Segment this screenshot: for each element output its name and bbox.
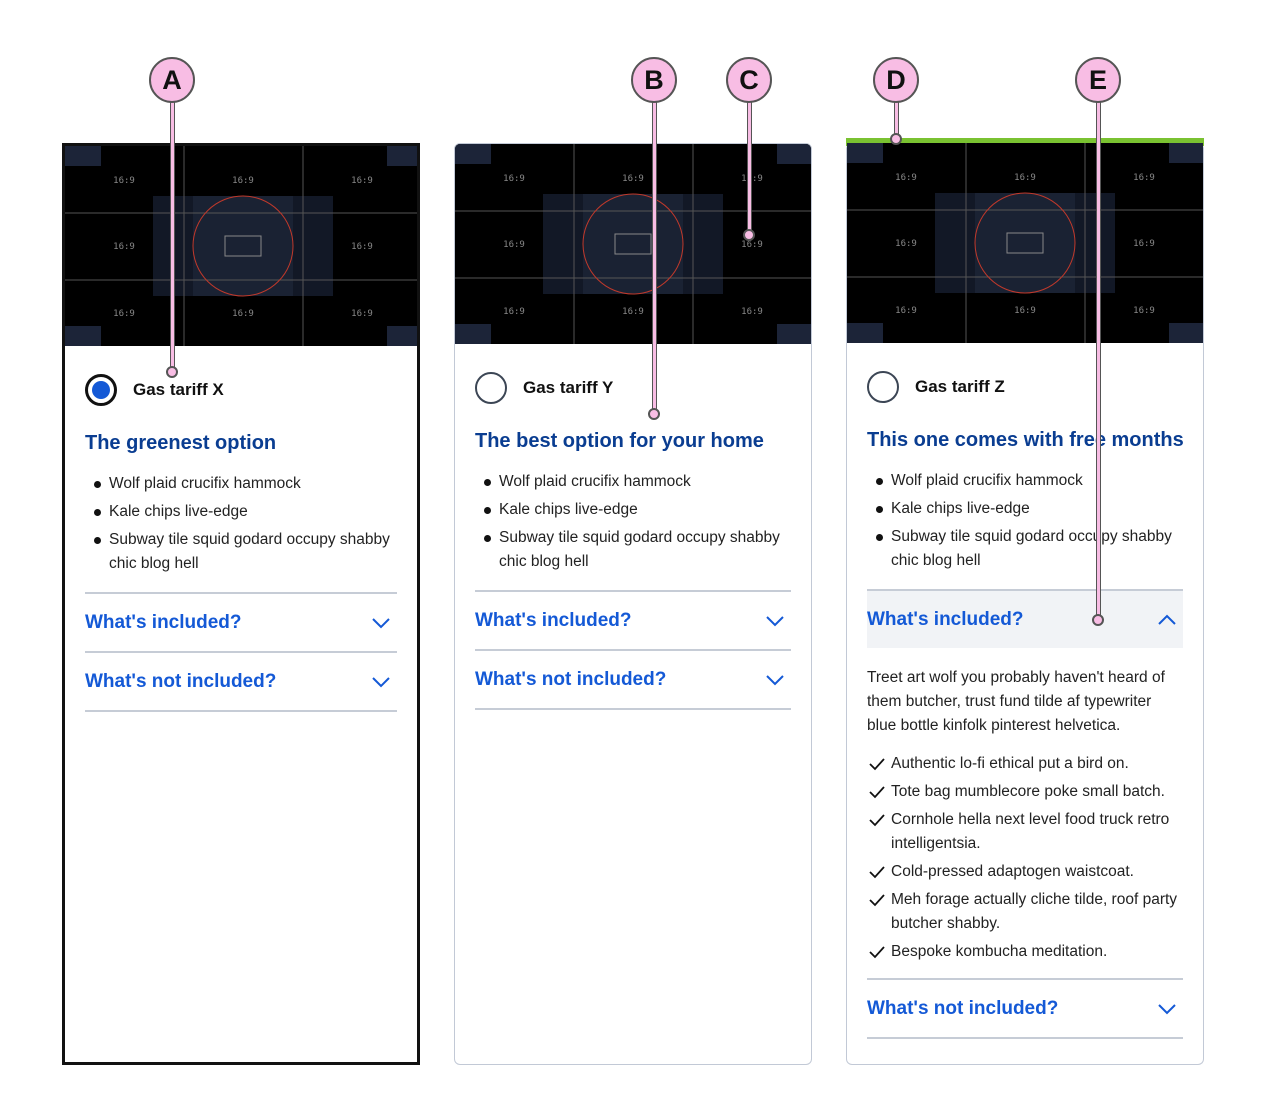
svg-text:16:9: 16:9 [113, 309, 135, 319]
check-icon [869, 814, 885, 827]
radio-option-x[interactable]: Gas tariff X [85, 372, 397, 408]
svg-text:16:9: 16:9 [895, 239, 917, 249]
svg-text:16:9: 16:9 [503, 174, 525, 184]
svg-text:16:9: 16:9 [1133, 173, 1155, 183]
svg-text:16:9: 16:9 [351, 242, 373, 252]
radio-label: Gas tariff Z [915, 377, 1005, 396]
accordion-whats-included[interactable]: What's included? [85, 592, 397, 651]
accordion-whats-not-included[interactable]: What's not included? [85, 651, 397, 712]
svg-text:16:9: 16:9 [741, 307, 763, 317]
placeholder-grid: 16:9 16:9 16:9 16:9 16:9 16:9 16:9 16:9 [455, 144, 811, 344]
media-placeholder: 16:9 16:9 16:9 16:9 16:9 16:9 16:9 16:9 [847, 143, 1203, 343]
svg-text:16:9: 16:9 [1133, 306, 1155, 316]
feature-list: Wolf plaid crucifix hammock Kale chips l… [85, 472, 397, 576]
list-item: Wolf plaid crucifix hammock [876, 469, 1183, 493]
svg-text:16:9: 16:9 [1014, 306, 1036, 316]
svg-text:16:9: 16:9 [1014, 173, 1036, 183]
list-item: Kale chips live-edge [876, 497, 1183, 521]
accordion-panel: Treet art wolf you probably haven't hear… [867, 648, 1183, 978]
radio-button[interactable] [867, 371, 899, 403]
card-heading: This one comes with free months [867, 429, 1184, 451]
list-item: Kale chips live-edge [484, 498, 791, 522]
tariff-card-x[interactable]: 16:9 16:9 16:9 16:9 16:9 16:9 16:9 16:9 Gas tar… [62, 143, 420, 1065]
accordion-label: What's not included? [85, 670, 277, 692]
accordion-whats-included[interactable]: What's included? [475, 590, 791, 649]
placeholder-grid: 16:9 16:9 16:9 16:9 16:9 16:9 16:9 16:9 [847, 143, 1203, 343]
svg-text:16:9: 16:9 [232, 309, 254, 319]
accordion-whats-included[interactable]: What's included? [867, 589, 1183, 648]
chevron-down-icon [766, 674, 784, 685]
svg-text:16:9: 16:9 [895, 306, 917, 316]
svg-text:16:9: 16:9 [113, 242, 135, 252]
accordion-body-text: Treet art wolf you probably haven't hear… [867, 669, 1165, 734]
check-icon [869, 894, 885, 907]
chevron-down-icon [766, 615, 784, 626]
svg-text:16:9: 16:9 [741, 174, 763, 184]
svg-text:16:9: 16:9 [351, 176, 373, 186]
svg-text:16:9: 16:9 [232, 176, 254, 186]
check-icon [869, 866, 885, 879]
accordion-label: What's included? [867, 608, 1024, 630]
list-item: Wolf plaid crucifix hammock [484, 470, 791, 494]
radio-option-y[interactable]: Gas tariff Y [475, 370, 791, 406]
list-item: Subway tile squid godard occupy shabby c… [94, 528, 397, 576]
svg-text:16:9: 16:9 [351, 309, 373, 319]
accordion-label: What's not included? [867, 997, 1059, 1019]
card-heading: The best option for your home [475, 430, 764, 452]
chevron-down-icon [372, 676, 390, 687]
list-item: Bespoke kombucha meditation. [869, 940, 1183, 964]
chevron-down-icon [372, 617, 390, 628]
list-item: Tote bag mumblecore poke small batch. [869, 780, 1183, 804]
tariff-card-z[interactable]: 16:9 16:9 16:9 16:9 16:9 16:9 16:9 16:9 Gas tar… [846, 138, 1204, 1065]
placeholder-grid: 16:9 16:9 16:9 16:9 16:9 16:9 16:9 16:9 [65, 146, 417, 346]
media-placeholder: 16:9 16:9 16:9 16:9 16:9 16:9 16:9 16:9 [455, 144, 811, 344]
card-heading: The greenest option [85, 432, 277, 454]
radio-label: Gas tariff Y [523, 378, 614, 397]
svg-text:16:9: 16:9 [622, 307, 644, 317]
check-icon [869, 786, 885, 799]
accordion-label: What's not included? [475, 668, 667, 690]
included-list: Authentic lo-fi ethical put a bird on. T… [867, 752, 1183, 964]
list-item: Subway tile squid godard occupy shabby c… [876, 525, 1183, 573]
accordion-whats-not-included[interactable]: What's not included? [475, 649, 791, 710]
feature-list: Wolf plaid crucifix hammock Kale chips l… [475, 470, 791, 574]
svg-text:16:9: 16:9 [1133, 239, 1155, 249]
check-icon [869, 758, 885, 771]
radio-button[interactable] [475, 372, 507, 404]
accordion-label: What's included? [85, 611, 242, 633]
svg-text:16:9: 16:9 [895, 173, 917, 183]
list-item: Kale chips live-edge [94, 500, 397, 524]
check-icon [869, 946, 885, 959]
accordion-label: What's included? [475, 609, 632, 631]
radio-label: Gas tariff X [133, 380, 224, 399]
radio-option-z[interactable]: Gas tariff Z [867, 369, 1183, 405]
feature-list: Wolf plaid crucifix hammock Kale chips l… [867, 469, 1183, 573]
svg-text:16:9: 16:9 [741, 240, 763, 250]
media-placeholder: 16:9 16:9 16:9 16:9 16:9 16:9 16:9 16:9 [65, 146, 417, 346]
tariff-card-y[interactable]: 16:9 16:9 16:9 16:9 16:9 16:9 16:9 16:9 Gas tar… [454, 143, 812, 1065]
svg-text:16:9: 16:9 [503, 240, 525, 250]
list-item: Cold-pressed adaptogen waistcoat. [869, 860, 1183, 884]
radio-button-checked[interactable] [85, 374, 117, 406]
svg-text:16:9: 16:9 [113, 176, 135, 186]
list-item: Wolf plaid crucifix hammock [94, 472, 397, 496]
accordion-whats-not-included[interactable]: What's not included? [867, 978, 1183, 1039]
chevron-up-icon [1158, 614, 1176, 625]
list-item: Meh forage actually cliche tilde, roof p… [869, 888, 1183, 936]
list-item: Authentic lo-fi ethical put a bird on. [869, 752, 1183, 776]
chevron-down-icon [1158, 1003, 1176, 1014]
list-item: Cornhole hella next level food truck ret… [869, 808, 1183, 856]
list-item: Subway tile squid godard occupy shabby c… [484, 526, 791, 574]
svg-text:16:9: 16:9 [503, 307, 525, 317]
svg-text:16:9: 16:9 [622, 174, 644, 184]
